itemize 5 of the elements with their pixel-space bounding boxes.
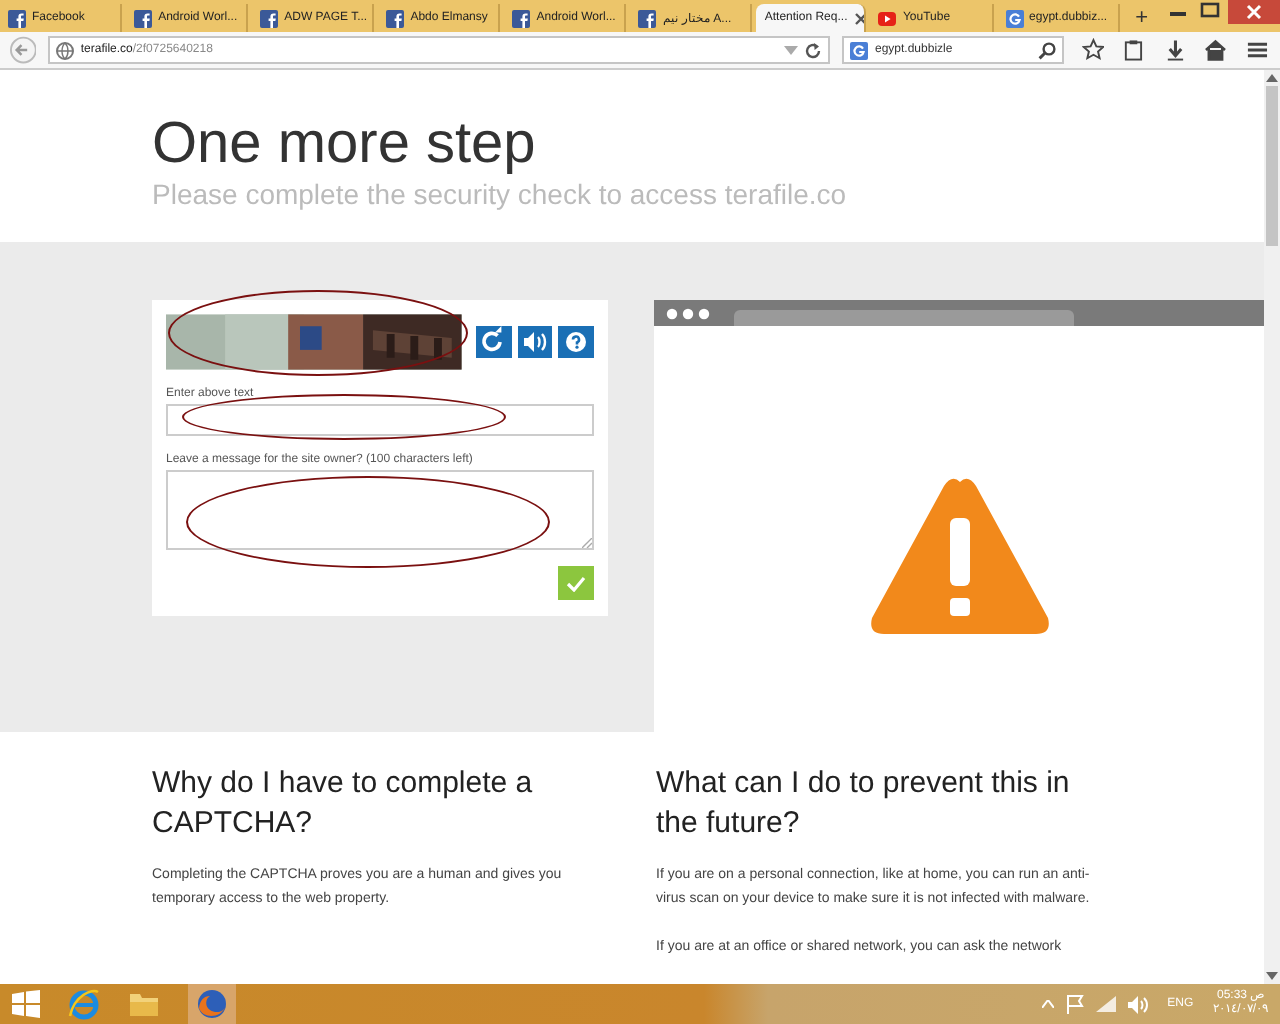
new-tab-button[interactable]: +	[1123, 4, 1161, 32]
page-title: One more step	[152, 110, 538, 178]
section-heading: What can I do to prevent this in the future?	[656, 764, 1072, 844]
section-heading: Why do I have to complete a CAPTCHA?	[152, 764, 535, 844]
page-subtitle: Please complete the security check to access terafile.co	[152, 178, 849, 210]
